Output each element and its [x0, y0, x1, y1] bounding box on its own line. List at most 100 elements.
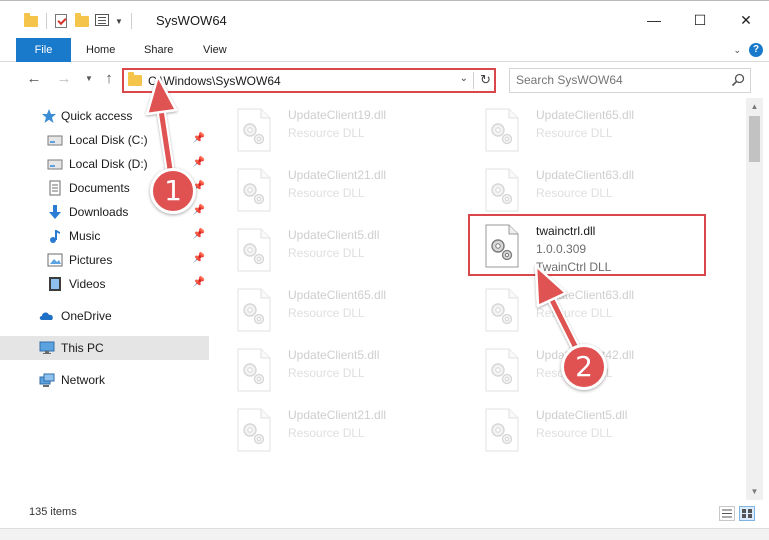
- file-list: UpdateClient19.dllResource DLLUpdateClie…: [218, 98, 746, 500]
- dll-file-icon: [484, 108, 520, 152]
- file-type: Resource DLL: [536, 426, 613, 440]
- file-tile[interactable]: UpdateClient21.dllResource DLL: [222, 160, 460, 220]
- pin-icon[interactable]: 📌: [193, 205, 205, 216]
- properties-check-icon[interactable]: [55, 14, 69, 28]
- sidebar-item-label: Local Disk (C:): [69, 133, 148, 147]
- documents-icon: [47, 180, 63, 196]
- dll-file-icon: [236, 168, 272, 212]
- back-arrow-icon[interactable]: ←: [25, 70, 43, 88]
- dll-file-icon: [236, 108, 272, 152]
- sidebar-item-label: Downloads: [69, 205, 128, 219]
- details-view-icon[interactable]: [719, 506, 735, 521]
- minimize-button[interactable]: —: [631, 1, 677, 39]
- refresh-icon[interactable]: ↻: [480, 72, 491, 88]
- file-name: UpdateClient5.dll: [288, 228, 379, 242]
- sidebar-item-label: Network: [61, 373, 105, 387]
- file-tile[interactable]: UpdateClient65.dllResource DLL: [222, 280, 460, 340]
- address-dropdown-chevron-icon[interactable]: ⌄: [460, 73, 468, 84]
- monitor-icon: [39, 340, 55, 356]
- customize-view-icon[interactable]: [95, 14, 109, 28]
- up-arrow-icon[interactable]: ↑: [100, 70, 118, 88]
- tab-view[interactable]: View: [189, 38, 241, 62]
- sidebar-item-onedrive[interactable]: OneDrive: [0, 304, 209, 328]
- window-controls: — ☐ ✕: [631, 1, 769, 39]
- dll-file-icon: [236, 228, 272, 272]
- cloud-icon: [39, 308, 55, 324]
- navigation-bar: ← → ▼ ↑ C:\Windows\SysWOW64 ⌄ ↻: [0, 62, 769, 98]
- scroll-down-arrow-icon[interactable]: ▼: [746, 483, 763, 500]
- navigation-pane: Quick access Local Disk (C:) 📌 Local Dis…: [0, 98, 210, 498]
- pin-icon[interactable]: 📌: [193, 253, 205, 264]
- file-type: Resource DLL: [536, 126, 613, 140]
- search-input[interactable]: [516, 73, 726, 87]
- recent-locations-chevron-icon[interactable]: ▼: [80, 70, 98, 88]
- help-icon[interactable]: ?: [749, 43, 763, 57]
- sidebar-item-network[interactable]: Network: [0, 368, 209, 392]
- window-bottom-edge: [0, 528, 769, 540]
- forward-arrow-icon[interactable]: →: [55, 70, 73, 88]
- title-bar: ▼ SysWOW64 — ☐ ✕: [0, 0, 769, 38]
- customize-toolbar-dropdown-icon[interactable]: ▼: [115, 17, 123, 26]
- address-path[interactable]: C:\Windows\SysWOW64: [148, 74, 281, 88]
- sidebar-item-pictures[interactable]: Pictures 📌: [0, 248, 209, 272]
- videos-icon: [47, 276, 63, 292]
- search-box[interactable]: [509, 68, 751, 93]
- sidebar-item-label: Music: [69, 229, 100, 243]
- file-tile[interactable]: UpdateClient5.dllResource DLL: [222, 220, 460, 280]
- file-tile[interactable]: UpdateClient21.dll Resource DLL: [222, 400, 460, 460]
- file-name: UpdateClient5.dll: [288, 348, 379, 362]
- dll-file-icon: [484, 408, 520, 452]
- tab-file[interactable]: File: [16, 38, 71, 62]
- toolbar-divider: [131, 13, 132, 29]
- scroll-thumb[interactable]: [749, 116, 760, 162]
- file-type: Resource DLL: [288, 426, 365, 440]
- folder-icon: [128, 75, 142, 86]
- sidebar-item-label: Quick access: [61, 109, 132, 123]
- sidebar-item-music[interactable]: Music 📌: [0, 224, 209, 248]
- file-type: Resource DLL: [288, 306, 365, 320]
- tab-home[interactable]: Home: [72, 38, 129, 62]
- dll-file-icon: [484, 224, 520, 268]
- step-2-badge: 2: [561, 344, 607, 390]
- pictures-icon: [47, 252, 63, 268]
- file-tile-twainctrl[interactable]: twainctrl.dll1.0.0.309TwainCtrl DLL: [468, 214, 706, 276]
- file-tile[interactable]: UpdateClient65.dll Resource DLL: [470, 100, 708, 160]
- sidebar-item-local-disk-c[interactable]: Local Disk (C:) 📌: [0, 128, 209, 152]
- file-tile[interactable]: UpdateClient5.dll Resource DLL: [222, 340, 460, 400]
- step-1-badge: 1: [150, 168, 196, 214]
- file-tile[interactable]: UpdateClient63.dllResource DLL: [470, 280, 708, 340]
- close-button[interactable]: ✕: [723, 1, 769, 39]
- dll-file-icon: [484, 168, 520, 212]
- maximize-button[interactable]: ☐: [677, 1, 723, 39]
- sidebar-item-quick-access[interactable]: Quick access: [0, 104, 209, 128]
- file-name: UpdateClient21.dll: [288, 408, 386, 422]
- search-icon[interactable]: [731, 73, 745, 87]
- tab-share[interactable]: Share: [130, 38, 187, 62]
- sidebar-item-videos[interactable]: Videos 📌: [0, 272, 209, 296]
- pin-icon[interactable]: 📌: [193, 277, 205, 288]
- pin-icon[interactable]: 📌: [193, 157, 205, 168]
- file-type: Resource DLL: [536, 306, 613, 320]
- sidebar-item-label: Local Disk (D:): [69, 157, 148, 171]
- sidebar-item-label: This PC: [61, 341, 104, 355]
- sidebar-item-label: Pictures: [69, 253, 112, 267]
- tiles-view-icon[interactable]: [739, 506, 755, 521]
- address-bar[interactable]: C:\Windows\SysWOW64 ⌄ ↻: [122, 68, 496, 93]
- file-name: UpdateClient19.dll: [288, 108, 386, 122]
- dll-file-icon: [236, 348, 272, 392]
- file-tile[interactable]: UpdateClient63.dllResource DLL: [470, 160, 708, 220]
- file-type: Resource DLL: [288, 366, 365, 380]
- file-name: UpdateClient65.dll: [536, 108, 634, 122]
- dll-file-icon: [484, 288, 520, 332]
- file-tile[interactable]: UpdateClient5.dllResource DLL: [470, 400, 708, 460]
- vertical-scrollbar[interactable]: ▲ ▼: [746, 98, 763, 500]
- pin-icon[interactable]: 📌: [193, 229, 205, 240]
- pin-icon[interactable]: 📌: [193, 133, 205, 144]
- file-tile[interactable]: UpdateClient19.dllResource DLL: [222, 100, 460, 160]
- expand-ribbon-chevron-icon[interactable]: ⌄: [733, 45, 741, 56]
- new-folder-icon[interactable]: [75, 14, 89, 28]
- status-bar: 135 items: [0, 500, 769, 528]
- file-type: Resource DLL: [536, 186, 613, 200]
- sidebar-item-this-pc[interactable]: This PC: [0, 336, 209, 360]
- scroll-up-arrow-icon[interactable]: ▲: [746, 98, 763, 115]
